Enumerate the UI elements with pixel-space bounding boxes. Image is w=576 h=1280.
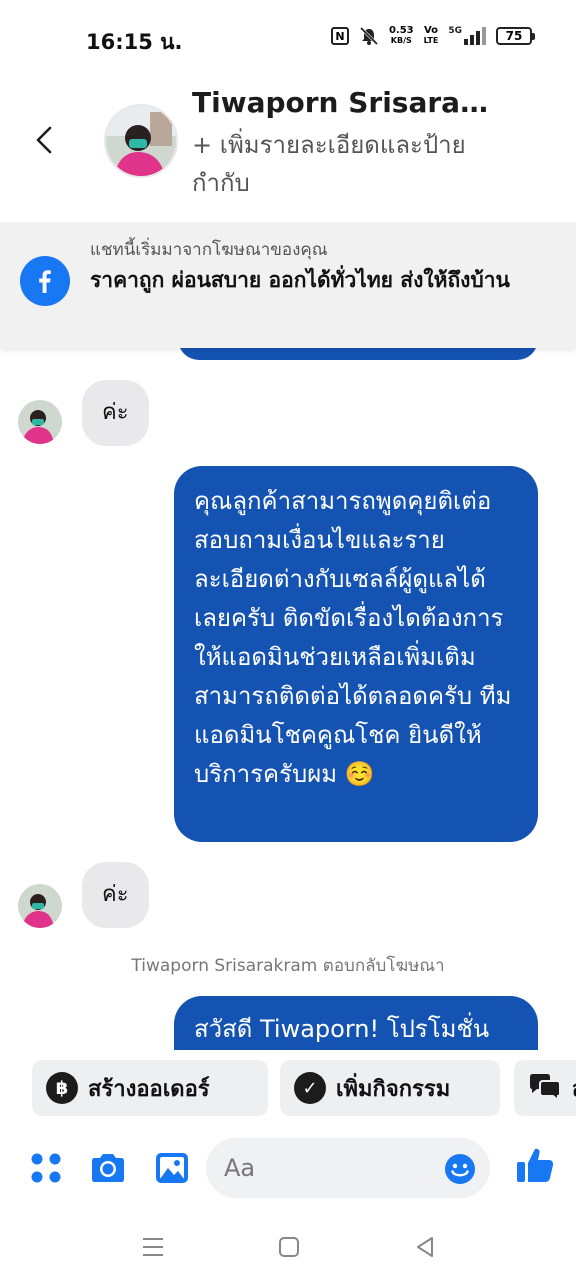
contact-avatar-small bbox=[18, 884, 62, 928]
battery-level: 75 bbox=[505, 29, 523, 43]
chat-bubbles-icon bbox=[530, 1074, 561, 1103]
outgoing-message[interactable]: คุณลูกค้าสามารถพูดคุยติเต่อสอบถามเงื่อนไ… bbox=[174, 466, 538, 842]
check-icon: ✓ bbox=[294, 1072, 326, 1104]
create-order-label: สร้างออเดอร์ bbox=[88, 1076, 210, 1102]
mute-icon bbox=[359, 26, 379, 46]
outgoing-message[interactable]: สวัสดี Tiwaporn! โปรโมชั่น bbox=[174, 996, 538, 1050]
incoming-message[interactable]: ค่ะ bbox=[82, 862, 149, 928]
emoji-icon[interactable] bbox=[444, 1153, 476, 1185]
message-input-placeholder: Aa bbox=[224, 1154, 256, 1182]
volte-top: Vo bbox=[423, 25, 439, 36]
status-bar: 16:15 น. N 0.53 KB/S Vo LTE 5G 75 bbox=[0, 0, 576, 72]
home-icon[interactable] bbox=[274, 1232, 304, 1262]
add-details-link[interactable]: + เพิ่มรายละเอียดและป้ายกำกับ bbox=[192, 126, 492, 202]
net-speed: 0.53 KB/S bbox=[389, 26, 414, 46]
previous-outgoing-bubble bbox=[178, 348, 538, 360]
ad-reply-note: Tiwaporn Srisarakram ตอบกลับโฆษณา bbox=[131, 956, 445, 976]
volte-bottom: LTE bbox=[423, 36, 439, 45]
message-list[interactable]: ค่ะ คุณลูกค้าสามารถพูดคุยติเต่อสอบถามเงื… bbox=[0, 348, 576, 1050]
baht-icon: ฿ bbox=[46, 1072, 78, 1104]
signal-strength: 5G bbox=[448, 27, 486, 45]
battery-icon: 75 bbox=[496, 27, 535, 45]
status-icons: N 0.53 KB/S Vo LTE 5G 75 bbox=[330, 26, 535, 46]
chat-header: Tiwaporn Srisara… + เพิ่มรายละเอียดและป้… bbox=[0, 72, 576, 222]
contact-avatar[interactable] bbox=[104, 104, 178, 178]
gallery-icon[interactable] bbox=[152, 1148, 192, 1188]
network-type: 5G bbox=[448, 26, 462, 36]
system-nav-bar bbox=[0, 1220, 576, 1280]
volte-indicator: Vo LTE bbox=[424, 26, 439, 46]
ad-context-banner[interactable]: แชทนี้เริ่มมาจากโฆษณาของคุณ ราคาถูก ผ่อน… bbox=[0, 222, 576, 348]
incoming-message[interactable]: ค่ะ bbox=[82, 380, 149, 446]
message-composer: Aa bbox=[0, 1132, 576, 1206]
camera-icon[interactable] bbox=[88, 1148, 128, 1188]
ad-origin-label: แชทนี้เริ่มมาจากโฆษณาของคุณ bbox=[90, 240, 328, 260]
add-activity-button[interactable]: ✓ เพิ่มกิจกรรม bbox=[280, 1060, 500, 1116]
back-triangle-icon[interactable] bbox=[410, 1232, 440, 1262]
net-speed-value: 0.53 bbox=[388, 25, 414, 36]
quick-actions-row: ฿ สร้างออเดอร์ ✓ เพิ่มกิจกรรม ส bbox=[0, 1058, 576, 1122]
more-action-label: ส bbox=[572, 1071, 576, 1106]
add-activity-label: เพิ่มกิจกรรม bbox=[336, 1076, 451, 1102]
contact-name[interactable]: Tiwaporn Srisara… bbox=[192, 86, 488, 119]
like-thumb-icon[interactable] bbox=[514, 1144, 556, 1186]
nfc-icon: N bbox=[330, 27, 349, 45]
apps-grid-icon[interactable] bbox=[26, 1148, 66, 1188]
net-speed-unit: KB/S bbox=[390, 36, 412, 45]
create-order-button[interactable]: ฿ สร้างออเดอร์ bbox=[32, 1060, 268, 1116]
back-arrow-icon[interactable] bbox=[28, 122, 64, 158]
contact-avatar-small bbox=[18, 400, 62, 444]
more-action-button[interactable]: ส bbox=[514, 1060, 576, 1116]
status-time: 16:15 น. bbox=[86, 30, 183, 54]
signal-bars-icon bbox=[464, 27, 486, 45]
message-input[interactable]: Aa bbox=[206, 1138, 490, 1198]
facebook-icon bbox=[20, 256, 70, 306]
menu-icon[interactable] bbox=[138, 1232, 168, 1262]
avatar-photo bbox=[106, 106, 176, 176]
ad-title: ราคาถูก ผ่อนสบาย ออกได้ทั่วไทย ส่งให้ถึง… bbox=[90, 268, 510, 292]
